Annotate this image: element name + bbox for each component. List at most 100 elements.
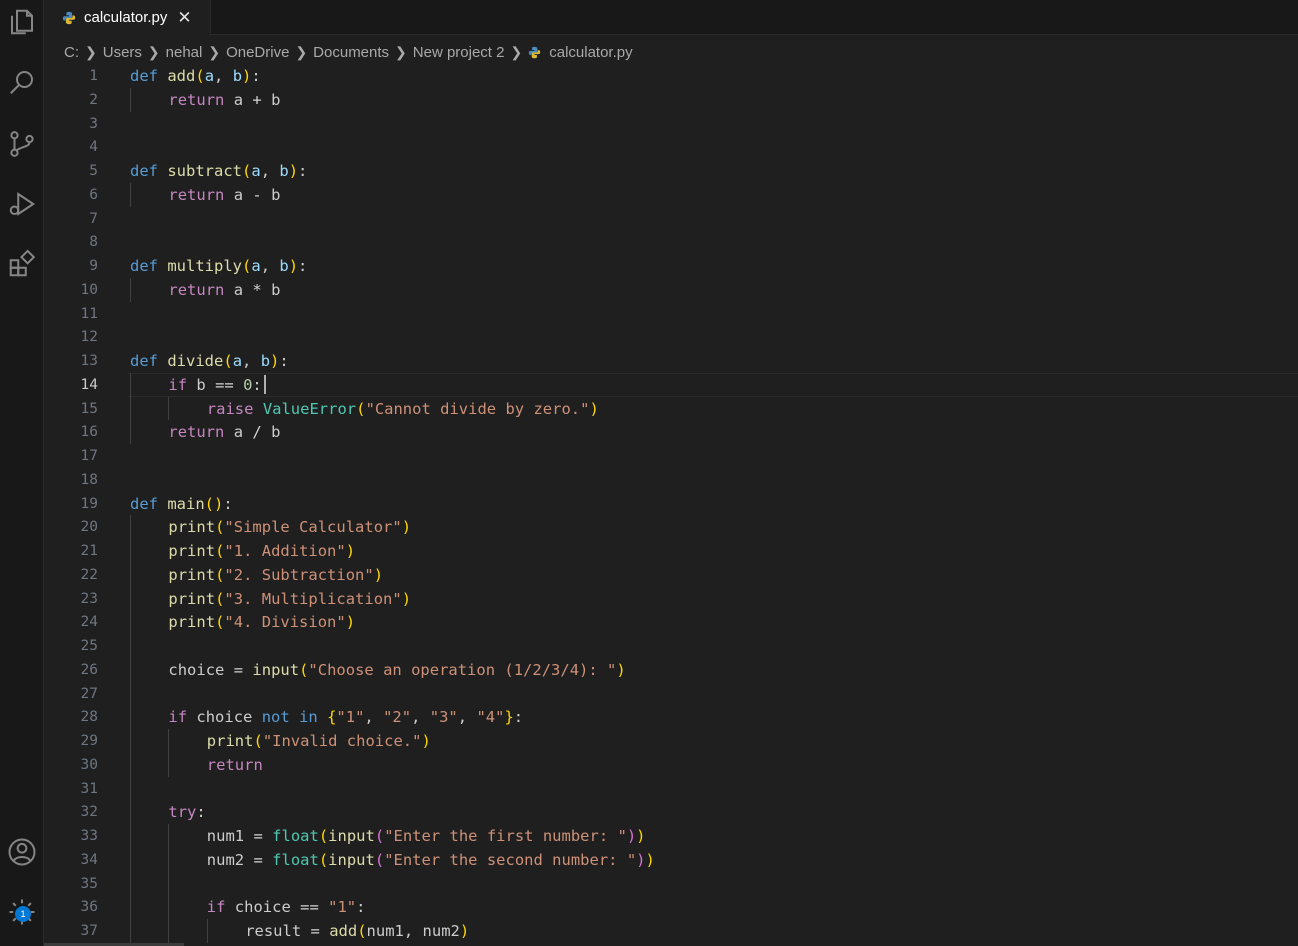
breadcrumb-item-nehal[interactable]: nehal bbox=[166, 44, 203, 61]
breadcrumb-item-documents[interactable]: Documents bbox=[313, 44, 389, 61]
code-line[interactable]: 12 bbox=[44, 325, 1298, 349]
breadcrumb-item-onedrive[interactable]: OneDrive bbox=[226, 44, 289, 61]
code-line[interactable]: 11 bbox=[44, 302, 1298, 326]
code-line[interactable]: 27 bbox=[44, 682, 1298, 706]
accounts-icon[interactable] bbox=[0, 832, 44, 872]
code-line[interactable]: 37 result = add(num1, num2) bbox=[44, 919, 1298, 943]
line-number: 9 bbox=[89, 258, 98, 274]
breadcrumb-item-project[interactable]: New project 2 bbox=[413, 44, 505, 61]
code-line[interactable]: 21 print("1. Addition") bbox=[44, 539, 1298, 563]
code-line[interactable]: 7 bbox=[44, 207, 1298, 231]
code-token: float bbox=[272, 850, 319, 869]
code-line[interactable]: 31 bbox=[44, 777, 1298, 801]
python-file-icon bbox=[62, 11, 76, 24]
code-text: def main(): bbox=[130, 492, 233, 516]
line-number: 4 bbox=[89, 139, 98, 156]
code-line[interactable]: 5 def subtract(a, b): bbox=[44, 159, 1298, 183]
line-number: 32 bbox=[80, 804, 98, 821]
code-token: "Invalid choice." bbox=[262, 732, 422, 750]
tab-calculator-py[interactable]: calculator.py ✕ bbox=[44, 0, 211, 35]
code-line[interactable]: 23 print("3. Multiplication") bbox=[44, 587, 1298, 611]
code-token: subtract bbox=[167, 162, 242, 180]
code-token: ) bbox=[345, 542, 356, 560]
code-text: print("3. Multiplication") bbox=[168, 587, 411, 611]
code-line[interactable]: 24 print("4. Division") bbox=[44, 610, 1298, 634]
code-token: ) bbox=[626, 827, 637, 845]
source-control-icon[interactable] bbox=[0, 124, 44, 164]
chevron-right-icon: ❯ bbox=[208, 43, 221, 60]
code-token: , bbox=[411, 708, 430, 727]
run-debug-icon[interactable] bbox=[0, 184, 44, 224]
chevron-right-icon: ❯ bbox=[295, 43, 308, 60]
code-line[interactable]: 14 if b == 0: bbox=[44, 372, 1298, 397]
code-text: return a - b bbox=[168, 183, 280, 207]
code-line[interactable]: 22 print("2. Subtraction") bbox=[44, 563, 1298, 587]
code-line[interactable]: 34 num2 = float(input("Enter the second n… bbox=[44, 848, 1298, 872]
code-text: print("2. Subtraction") bbox=[168, 563, 383, 587]
code-token: num2 bbox=[206, 850, 254, 869]
code-line[interactable]: 13 def divide(a, b): bbox=[44, 349, 1298, 373]
code-line[interactable]: 15 raise ValueError("Cannot divide by zer… bbox=[44, 397, 1298, 421]
code-token: : bbox=[356, 898, 366, 917]
code-line[interactable]: 33 num1 = float(input("Enter the first nu… bbox=[44, 824, 1298, 848]
settings-gear-icon[interactable]: 1 bbox=[0, 892, 44, 932]
code-line[interactable]: 26 choice = input("Choose an operation (1… bbox=[44, 658, 1298, 682]
code-line[interactable]: 29 print("Invalid choice.") bbox=[44, 729, 1298, 753]
code-line[interactable]: 28 if choice not in {"1", "2", "3", "4"}: bbox=[44, 705, 1298, 729]
code-line[interactable]: 25 bbox=[44, 634, 1298, 658]
code-text: if choice not in {"1", "2", "3", "4"}: bbox=[168, 705, 523, 729]
code-token: a bbox=[224, 185, 253, 204]
line-number: 7 bbox=[89, 210, 98, 227]
explorer-icon[interactable] bbox=[0, 2, 44, 42]
code-line[interactable]: 8 bbox=[44, 230, 1298, 254]
code-line[interactable]: 18 bbox=[44, 468, 1298, 492]
code-token: def bbox=[130, 494, 158, 513]
code-line[interactable]: 3 bbox=[44, 112, 1298, 136]
code-token: ) bbox=[288, 162, 299, 180]
code-line[interactable]: 4 bbox=[44, 135, 1298, 159]
code-token: ( bbox=[215, 518, 225, 537]
breadcrumb-item-file[interactable]: calculator.py bbox=[549, 44, 632, 61]
code-line[interactable]: 17 bbox=[44, 444, 1298, 468]
code-line[interactable]: 32 try: bbox=[44, 800, 1298, 824]
code-token: "Enter the first number: " bbox=[384, 827, 627, 845]
code-line[interactable]: 9 def multiply(a, b): bbox=[44, 254, 1298, 278]
code-token: not bbox=[261, 708, 290, 727]
breadcrumb-item-drive[interactable]: C: bbox=[64, 44, 79, 61]
code-line[interactable]: 1 def add(a, b): bbox=[44, 64, 1298, 88]
code-line[interactable]: 35 bbox=[44, 872, 1298, 896]
code-token: ( bbox=[195, 67, 205, 85]
code-token: ( bbox=[318, 827, 329, 845]
code-line[interactable]: 36 if choice == "1": bbox=[44, 895, 1298, 919]
code-token: raise bbox=[206, 399, 254, 418]
code-line[interactable]: 2 return a + b bbox=[44, 88, 1298, 112]
code-line[interactable]: 6 return a - b bbox=[44, 183, 1298, 207]
code-token: ( bbox=[374, 827, 385, 845]
code-token: b bbox=[187, 375, 216, 394]
code-token: num1 bbox=[206, 827, 254, 845]
code-line[interactable]: 10 return a * b bbox=[44, 278, 1298, 302]
line-number: 30 bbox=[80, 756, 98, 773]
code-text: raise ValueError("Cannot divide by zero.… bbox=[207, 397, 599, 421]
code-line[interactable]: 16 return a / b bbox=[44, 420, 1298, 444]
code-token: ( bbox=[215, 542, 225, 560]
line-number: 21 bbox=[80, 543, 98, 559]
code-text: print("Invalid choice.") bbox=[207, 729, 431, 753]
code-line[interactable]: 30 return bbox=[44, 753, 1298, 777]
code-token: float bbox=[272, 827, 319, 845]
code-token: print bbox=[168, 613, 216, 632]
code-line[interactable]: 20 print("Simple Calculator") bbox=[44, 515, 1298, 539]
code-line[interactable]: 19 def main(): bbox=[44, 492, 1298, 516]
breadcrumb-item-users[interactable]: Users bbox=[103, 44, 142, 61]
code-editor[interactable]: 1 def add(a, b): 2 return a + b 3 4 5 def subtr… bbox=[44, 64, 1298, 946]
extensions-icon[interactable] bbox=[0, 244, 44, 284]
close-icon[interactable]: ✕ bbox=[177, 9, 191, 26]
code-token: , bbox=[364, 708, 384, 727]
code-text: def add(a, b): bbox=[130, 64, 261, 88]
code-token: "1. Addition" bbox=[224, 542, 346, 560]
code-token: print bbox=[206, 732, 254, 750]
search-icon[interactable] bbox=[0, 62, 44, 102]
code-token: = bbox=[253, 850, 263, 869]
